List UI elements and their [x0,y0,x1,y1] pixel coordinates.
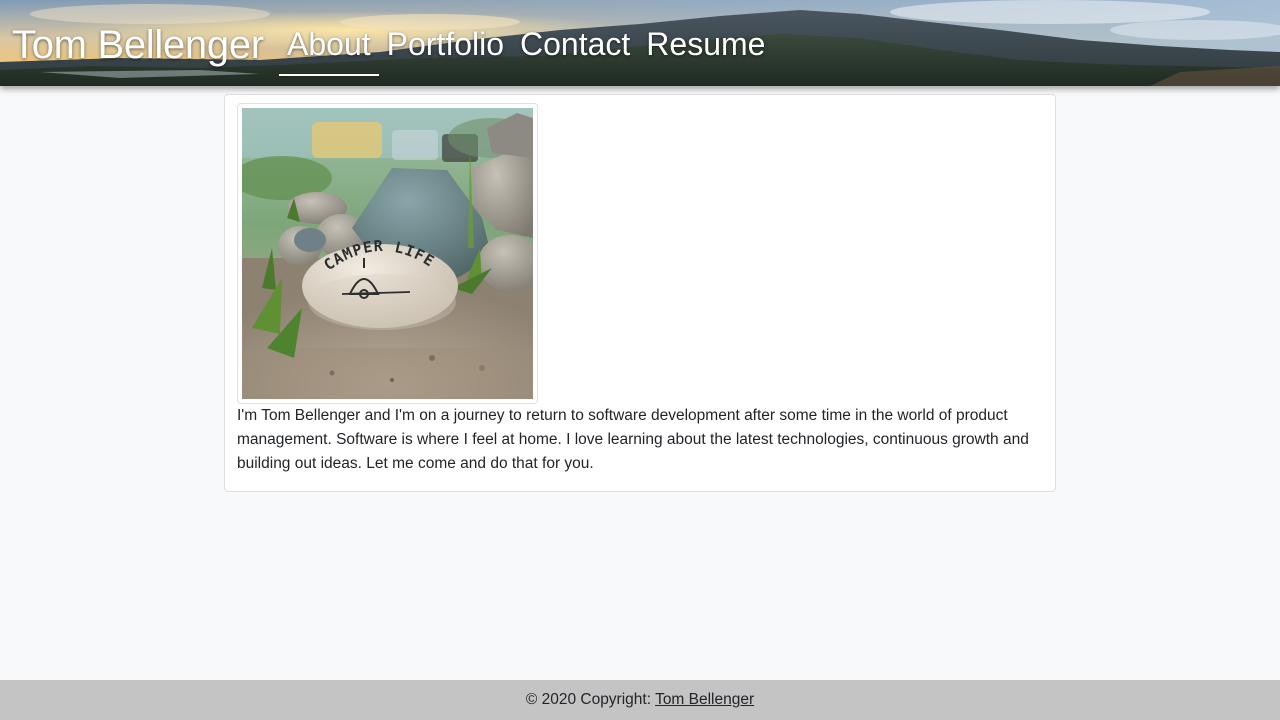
about-card: CAMPER LIFE I'm Tom Bellenger and I'm on… [224,94,1056,492]
author-link[interactable]: Tom Bellenger [655,691,754,708]
nav-item-about[interactable]: About [279,18,379,76]
site-footer: © 2020 Copyright: Tom Bellenger [0,680,1280,720]
main-nav: About Portfolio Contact Resume [279,18,773,76]
site-header: Tom Bellenger About Portfolio Contact Re… [0,0,1280,86]
campsite-rock-photo: CAMPER LIFE [242,108,533,399]
profile-photo-frame: CAMPER LIFE [237,103,538,404]
nav-item-portfolio[interactable]: Portfolio [379,18,512,76]
about-bio-text: I'm Tom Bellenger and I'm on a journey t… [237,407,1029,472]
copyright-text: © 2020 Copyright: [525,691,652,708]
nav-item-resume[interactable]: Resume [638,18,773,76]
nav-item-contact[interactable]: Contact [512,18,638,76]
brand-logo-link[interactable]: Tom Bellenger [12,18,264,72]
